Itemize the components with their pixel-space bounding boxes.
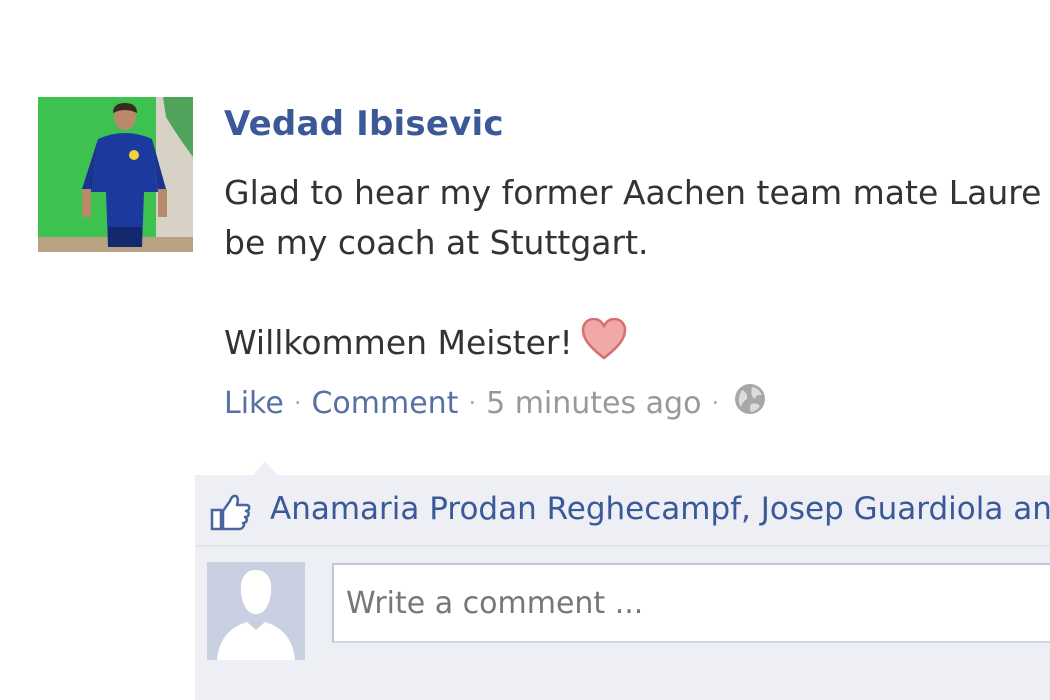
post-text-line: be my coach at Stuttgart. <box>224 223 649 262</box>
heart-emoticon-icon <box>581 317 627 374</box>
likers-link[interactable]: Anamaria Prodan Reghecampf, Josep Guardi… <box>270 491 1050 527</box>
author-avatar[interactable] <box>38 97 193 252</box>
comment-input[interactable] <box>332 563 1050 643</box>
timestamp-link[interactable]: 5 minutes ago <box>486 386 701 421</box>
separator: · <box>468 389 477 417</box>
comment-composer <box>195 553 1050 700</box>
comment-link[interactable]: Comment <box>311 386 458 421</box>
viewer-avatar <box>207 562 305 660</box>
feedback-pointer <box>253 461 277 475</box>
ufi-feedback: Anamaria Prodan Reghecampf, Josep Guardi… <box>195 475 1050 700</box>
post-message: Glad to hear my former Aachen team mate … <box>224 168 1050 374</box>
separator: · <box>711 389 720 417</box>
likes-summary: Anamaria Prodan Reghecampf, Josep Guardi… <box>195 475 1050 547</box>
globe-icon[interactable] <box>733 382 767 424</box>
author-name-link[interactable]: Vedad Ibisevic <box>224 104 504 144</box>
post-text-line-text: Willkommen Meister! <box>224 323 573 362</box>
like-link[interactable]: Like <box>224 386 284 421</box>
thumbs-up-icon <box>209 493 253 535</box>
default-user-silhouette-icon <box>207 562 305 660</box>
story-actions: Like · Comment · 5 minutes ago · <box>224 382 767 424</box>
feed-story: Vedad Ibisevic Glad to hear my former Aa… <box>0 0 1050 700</box>
separator: · <box>293 389 302 417</box>
post-text-line: Glad to hear my former Aachen team mate … <box>224 173 1042 212</box>
profile-photo-icon <box>38 97 193 252</box>
post-text-line: Willkommen Meister! <box>224 317 1050 374</box>
